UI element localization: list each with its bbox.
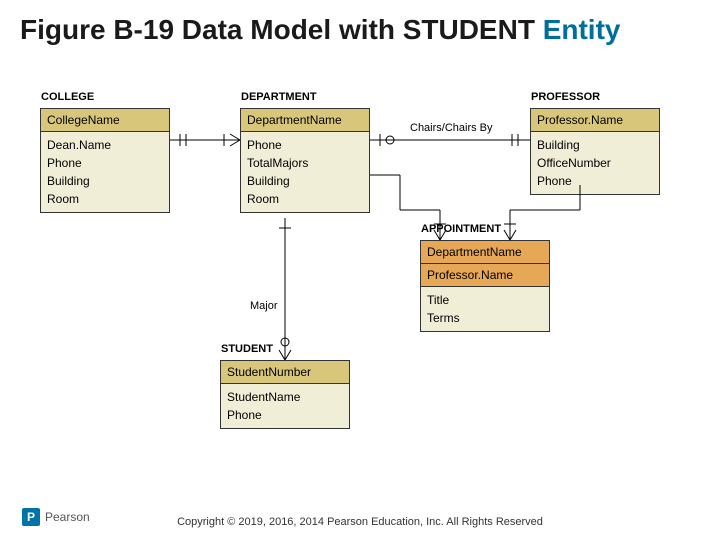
relationship-label: Major <box>250 300 278 312</box>
pk-field: DepartmentName <box>241 109 369 132</box>
entity-appointment: APPOINTMENT DepartmentName Professor.Nam… <box>420 240 550 332</box>
copyright-text: Copyright © 2019, 2016, 2014 Pearson Edu… <box>0 516 720 528</box>
attr-list: Dean.Name Phone Building Room <box>41 132 169 212</box>
entity-student: STUDENT StudentNumber StudentName Phone <box>220 360 350 429</box>
pk-field: DepartmentName <box>421 241 549 264</box>
entity-college: COLLEGE CollegeName Dean.Name Phone Buil… <box>40 108 170 213</box>
title-text: Figure B-19 Data Model with STUDENT <box>20 14 543 45</box>
entity-label: APPOINTMENT <box>421 223 501 235</box>
er-diagram: COLLEGE CollegeName Dean.Name Phone Buil… <box>40 90 680 470</box>
pk-field: Professor.Name <box>531 109 659 132</box>
pk-field: CollegeName <box>41 109 169 132</box>
entity-label: DEPARTMENT <box>241 91 317 103</box>
pk-field: Professor.Name <box>421 264 549 287</box>
title-accent: Entity <box>543 14 621 45</box>
entity-label: STUDENT <box>221 343 273 355</box>
attr-list: Phone TotalMajors Building Room <box>241 132 369 212</box>
attr-list: StudentName Phone <box>221 384 349 428</box>
pk-field: StudentNumber <box>221 361 349 384</box>
relationship-label: Chairs/Chairs By <box>410 122 493 134</box>
attr-list: Title Terms <box>421 287 549 331</box>
entity-professor: PROFESSOR Professor.Name Building Office… <box>530 108 660 195</box>
entity-label: COLLEGE <box>41 91 94 103</box>
entity-label: PROFESSOR <box>531 91 600 103</box>
page-title: Figure B-19 Data Model with STUDENT Enti… <box>0 0 720 50</box>
attr-list: Building OfficeNumber Phone <box>531 132 659 194</box>
entity-department: DEPARTMENT DepartmentName Phone TotalMaj… <box>240 108 370 213</box>
